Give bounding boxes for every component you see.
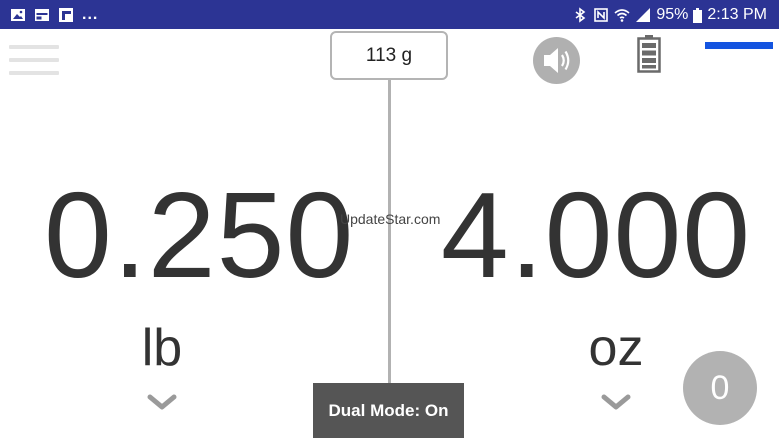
watermark: UpdateStar.com — [340, 211, 441, 227]
status-bar-right: 95% 2:13 PM — [572, 4, 767, 26]
left-unit-label[interactable]: lb — [112, 318, 212, 378]
zero-button[interactable]: 0 — [683, 351, 757, 425]
chevron-down-icon[interactable] — [600, 392, 632, 412]
hamburger-menu-icon[interactable] — [9, 42, 59, 78]
status-bar: ... 95% 2:13 PM — [0, 0, 779, 29]
weight-readout[interactable]: 113 g — [330, 31, 448, 80]
speaker-icon[interactable] — [533, 37, 580, 84]
image-icon — [11, 9, 25, 21]
wifi-icon — [614, 9, 630, 22]
status-battery-icon — [693, 7, 703, 23]
right-unit-label[interactable]: oz — [566, 318, 666, 378]
right-value: 4.000 — [440, 167, 752, 303]
chevron-down-icon[interactable] — [146, 392, 178, 412]
battery-icon — [637, 35, 661, 73]
accent-indicator-bar — [705, 42, 773, 49]
signal-icon — [636, 8, 651, 22]
dual-mode-button[interactable]: Dual Mode: On — [313, 383, 464, 438]
divider-line — [388, 80, 391, 386]
left-value: 0.250 — [44, 167, 355, 303]
status-time: 2:13 PM — [707, 6, 767, 23]
battery-percent: 95% — [656, 6, 689, 23]
more-notifications-indicator: ... — [82, 6, 99, 23]
flipboard-icon — [59, 8, 73, 22]
status-bar-left: ... — [10, 6, 98, 24]
bluetooth-icon — [575, 7, 586, 23]
calendar-icon — [35, 9, 49, 21]
nfc-icon — [594, 8, 609, 22]
